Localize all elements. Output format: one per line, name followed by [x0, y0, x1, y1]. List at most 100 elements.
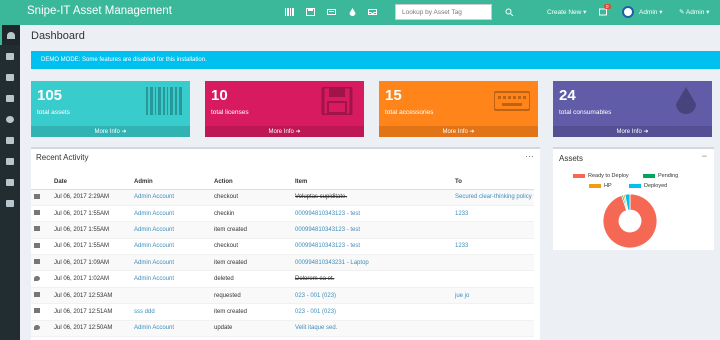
item-link[interactable]: 000994810343123 - test: [292, 221, 452, 239]
page-title: Dashboard: [31, 30, 85, 42]
assets-panel-title: Assets: [559, 154, 584, 163]
barcode-icon[interactable]: [285, 8, 294, 16]
item-link[interactable]: Velit itaque sed.: [292, 320, 452, 338]
sidebar-item-components[interactable]: [0, 130, 20, 150]
user-menu[interactable]: Admin ▾: [639, 8, 663, 16]
sidebar-item-consumables[interactable]: [0, 109, 20, 129]
recent-activity-panel: Recent Activity ⋯ Date Admin Action Item…: [31, 147, 540, 340]
more-info-link[interactable]: More Info ➜: [553, 126, 712, 137]
table-row: Jul 06, 2017 1:55AM Admin Account item c…: [31, 221, 534, 239]
avatar[interactable]: [622, 6, 634, 18]
admin-link[interactable]: sss ddd: [131, 303, 211, 321]
item-link[interactable]: 000994810343123 - test: [292, 238, 452, 256]
table-row: Jul 06, 2017 2:29AM Admin Account checko…: [31, 189, 534, 206]
item-link[interactable]: Voluptas cupiditate.: [292, 189, 452, 206]
target-link[interactable]: Secured clear-thinking policy: [452, 189, 534, 206]
legend-label: Ready to Deploy: [588, 173, 629, 179]
table-header-row: Date Admin Action Item To: [31, 175, 534, 190]
legend-item-deployed[interactable]: Deployed: [629, 183, 667, 189]
stat-label: total assets: [37, 109, 70, 116]
sidebar-item-assets[interactable]: [0, 46, 20, 66]
admin-link[interactable]: Admin Account: [131, 320, 211, 338]
more-info-link[interactable]: More Info ➜: [205, 126, 364, 137]
admin-settings-menu[interactable]: ✎ Admin ▾: [679, 8, 709, 16]
target-link[interactable]: 1233: [452, 205, 534, 223]
target-link[interactable]: [452, 320, 534, 338]
laptop-icon: [6, 199, 14, 207]
row-icon-cell: [31, 238, 51, 256]
action-cell: update: [211, 320, 292, 338]
alerts-icon[interactable]: [599, 8, 608, 16]
target-link[interactable]: jue jo: [452, 287, 534, 305]
item-link[interactable]: 023 - 001 (023): [292, 287, 452, 305]
sidebar-item-people[interactable]: [0, 151, 20, 171]
more-info-link[interactable]: More Info ➜: [379, 126, 538, 137]
keyboard-icon[interactable]: [327, 8, 336, 16]
admin-link[interactable]: Admin Account: [131, 254, 211, 272]
save-icon: [6, 73, 14, 81]
legend-item-hp[interactable]: HP: [589, 183, 612, 189]
target-link[interactable]: 1233: [452, 238, 534, 256]
stat-label: total accessories: [385, 109, 434, 116]
save-icon: [321, 87, 353, 115]
keyboard-icon: [494, 91, 530, 111]
legend-item-pending[interactable]: Pending: [643, 173, 678, 179]
date-cell: Jul 06, 2017 1:55AM: [51, 205, 131, 223]
more-info-link[interactable]: More Info ➜: [31, 126, 190, 137]
sidebar-item-checkout[interactable]: [0, 172, 20, 192]
item-link[interactable]: 023 - 001 (023): [292, 303, 452, 321]
barcode-icon: [146, 87, 182, 115]
row-icon-cell: [31, 205, 51, 223]
item-link[interactable]: 000994810343231 - Laptop: [292, 254, 452, 272]
search-icon[interactable]: [505, 8, 514, 16]
create-new-menu[interactable]: Create New ▾: [547, 8, 586, 16]
item-link[interactable]: Dolorem ea et.: [292, 270, 452, 288]
save-icon[interactable]: [306, 8, 315, 16]
app-title[interactable]: Snipe-IT Asset Management: [27, 5, 172, 17]
panel-options-icon[interactable]: ⋯: [525, 151, 534, 162]
sidebar-item-reports[interactable]: [0, 193, 20, 213]
row-icon-cell: [31, 303, 51, 321]
arrow-circle-right-icon: ➜: [643, 129, 649, 135]
admin-link[interactable]: Admin Account: [131, 238, 211, 256]
column-header-date[interactable]: Date: [51, 175, 131, 190]
date-cell: Jul 06, 2017 12:53AM: [51, 287, 131, 305]
asset-tag-search-input[interactable]: Lookup by Asset Tag: [395, 4, 492, 20]
action-cell: requested: [211, 287, 292, 305]
admin-link[interactable]: Admin Account: [131, 221, 211, 239]
row-icon-cell: [31, 287, 51, 305]
action-cell: checkout: [211, 238, 292, 256]
column-header-item[interactable]: Item: [292, 175, 452, 190]
assets-donut-chart: [602, 193, 658, 249]
column-header-action[interactable]: Action: [211, 175, 292, 190]
target-link[interactable]: [452, 254, 534, 272]
inbox-icon[interactable]: [368, 8, 377, 16]
target-link[interactable]: [452, 221, 534, 239]
target-link[interactable]: [452, 303, 534, 321]
target-link[interactable]: [452, 270, 534, 288]
legend-label: Pending: [658, 173, 679, 179]
collapse-icon[interactable]: −: [702, 151, 707, 161]
column-header-admin[interactable]: Admin: [131, 175, 211, 190]
sidebar-item-licenses[interactable]: [0, 67, 20, 87]
date-cell: Jul 06, 2017 1:09AM: [51, 254, 131, 272]
column-header-to[interactable]: To: [452, 175, 534, 190]
action-cell: item created: [211, 221, 292, 239]
admin-link[interactable]: Admin Account: [131, 205, 211, 223]
barcode-icon: [34, 292, 40, 298]
drop-icon[interactable]: [348, 8, 357, 16]
admin-link[interactable]: [131, 287, 211, 305]
admin-link[interactable]: Admin Account: [131, 270, 211, 288]
legend-item-ready-to-deploy[interactable]: Ready to Deploy: [573, 173, 629, 179]
drop-icon: [34, 275, 40, 281]
sidebar-item-dashboard[interactable]: [0, 25, 20, 45]
more-info-label: More Info: [616, 129, 642, 135]
date-cell: Jul 06, 2017 2:29AM: [51, 189, 131, 206]
item-link[interactable]: 000994810343123 - test: [292, 205, 452, 223]
sidebar: [0, 25, 20, 340]
column-header-icon[interactable]: [31, 175, 51, 190]
sidebar-item-accessories[interactable]: [0, 88, 20, 108]
admin-link[interactable]: Admin Account: [131, 189, 211, 206]
action-cell: checkout: [211, 189, 292, 206]
barcode-icon: [6, 52, 14, 60]
